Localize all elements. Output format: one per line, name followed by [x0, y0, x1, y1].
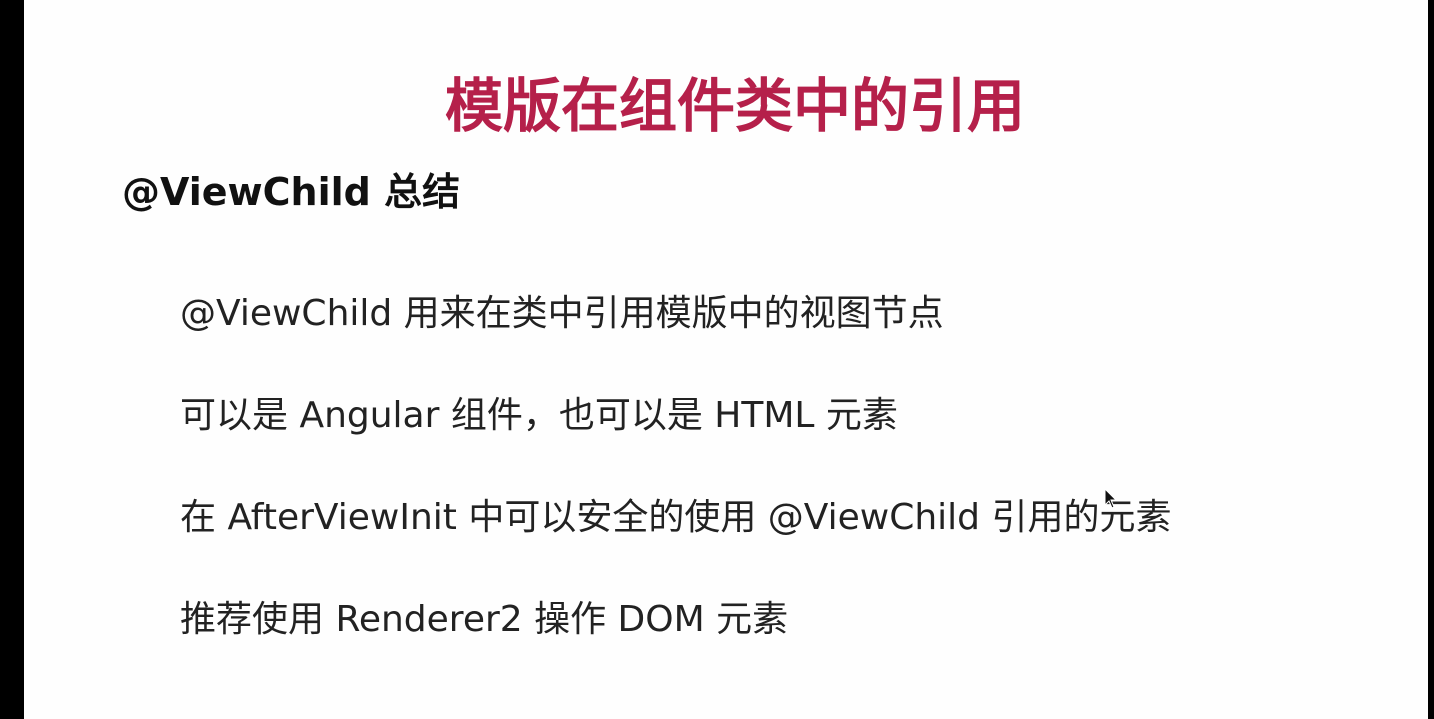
slide-title: 模版在组件类中的引用 — [444, 72, 1025, 140]
slide: 模版在组件类中的引用 @ViewChild 总结 @ViewChild 用来在类… — [24, 0, 1428, 719]
video-frame: 模版在组件类中的引用 @ViewChild 总结 @ViewChild 用来在类… — [0, 0, 1434, 719]
bullet-item-1: @ViewChild 用来在类中引用模版中的视图节点 — [180, 293, 944, 334]
bullet-item-3: 在 AfterViewInit 中可以安全的使用 @ViewChild 引用的元… — [180, 497, 1172, 538]
section-heading: @ViewChild 总结 — [122, 170, 461, 214]
mouse-pointer-icon — [1104, 488, 1118, 509]
bullet-item-4: 推荐使用 Renderer2 操作 DOM 元素 — [180, 599, 789, 640]
bullet-item-2: 可以是 Angular 组件，也可以是 HTML 元素 — [180, 395, 898, 436]
